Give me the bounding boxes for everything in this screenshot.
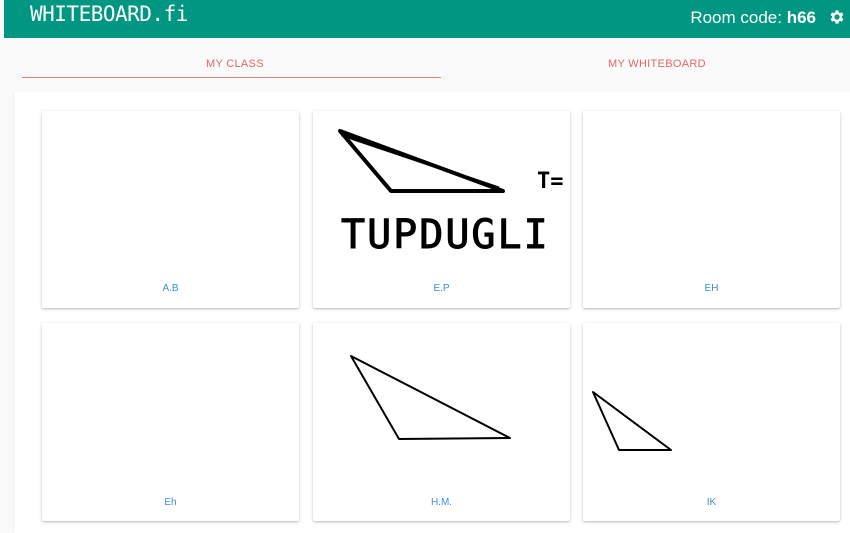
handwritten-text: TUPDUGLI T= — [341, 169, 564, 259]
handwritten-text-fragment: T= — [537, 169, 564, 194]
student-drawing — [592, 391, 672, 451]
tab-my-class[interactable]: MY CLASS — [206, 58, 264, 70]
tab-my-whiteboard[interactable]: MY WHITEBOARD — [608, 58, 706, 70]
student-name-label: IK — [706, 497, 717, 508]
student-name-label: A.B — [162, 283, 179, 294]
student-name-label: EH — [704, 283, 719, 294]
student-card-ep[interactable]: TUPDUGLI T= E.P — [313, 111, 570, 308]
app-logo[interactable]: WHITEBOARD.fi — [30, 2, 188, 26]
room-code-value: h66 — [786, 8, 816, 27]
room-code-label: Room code: — [690, 8, 787, 27]
student-name-label: E.P — [433, 283, 450, 294]
student-name-label: H.M. — [430, 497, 453, 508]
tab-bar: MY CLASS MY WHITEBOARD — [0, 38, 850, 88]
student-card-eh-lower[interactable]: Eh — [42, 323, 299, 521]
student-name-label: Eh — [164, 497, 177, 508]
student-drawing — [350, 355, 511, 440]
student-card-ik[interactable]: IK — [583, 323, 840, 521]
student-drawing: TUPDUGLI T= — [338, 129, 564, 259]
gear-icon[interactable] — [828, 8, 846, 26]
student-card-ab[interactable]: A.B — [42, 111, 299, 308]
top-bar: WHITEBOARD.fi Room code: h66 — [4, 0, 850, 38]
active-tab-indicator — [22, 77, 441, 78]
handwritten-text-main: TUPDUGLI — [341, 212, 550, 258]
room-code-display: Room code: h66 — [690, 8, 816, 28]
student-card-hm[interactable]: H.M. — [313, 323, 570, 521]
student-card-eh[interactable]: EH — [583, 111, 840, 308]
